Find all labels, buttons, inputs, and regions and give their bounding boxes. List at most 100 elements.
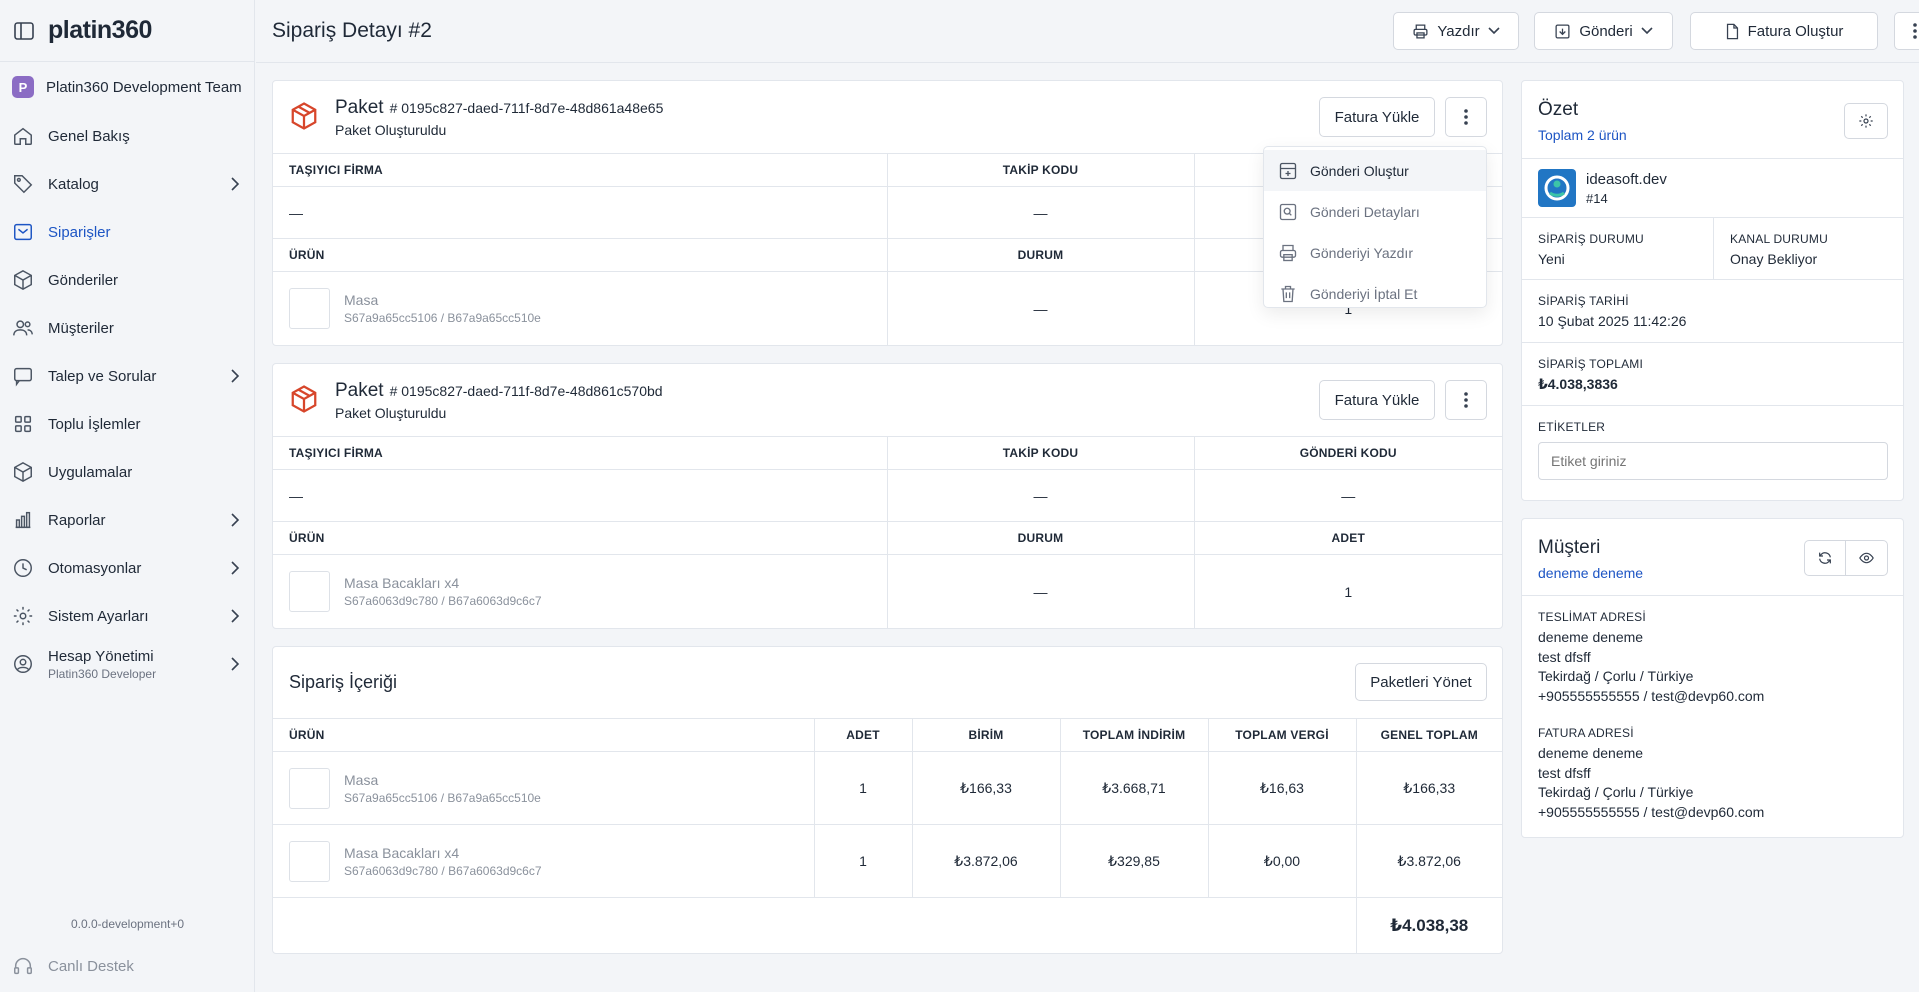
customer-header: Müşteri deneme deneme xyxy=(1522,519,1903,595)
customer-name[interactable]: deneme deneme xyxy=(1538,565,1643,581)
sidebar-item-gonderiler[interactable]: Gönderiler xyxy=(0,256,254,304)
package-more-button[interactable] xyxy=(1445,380,1487,420)
team-switcher[interactable]: P Platin360 Development Team xyxy=(0,62,254,112)
shipment-button[interactable]: Gönderi xyxy=(1534,12,1673,50)
item-quantity: 1 xyxy=(813,824,912,898)
order-date-value: 10 Şubat 2025 11:42:26 xyxy=(1538,313,1687,329)
sidebar-item-musteriler[interactable]: Müşteriler xyxy=(0,304,254,352)
tags-label: ETİKETLER xyxy=(1538,420,1606,434)
product-thumbnail xyxy=(289,840,330,882)
product-thumbnail xyxy=(289,767,330,809)
sidebar-item-katalog[interactable]: Katalog xyxy=(0,160,254,208)
tracking-code-value: — xyxy=(886,469,1194,522)
logo[interactable]: platin360 xyxy=(48,16,152,45)
account-icon xyxy=(12,653,34,675)
sidebar-item-hesap-yonetimi[interactable]: Hesap Yönetimi Platin360 Developer xyxy=(0,640,254,688)
package-title-label: Paket xyxy=(335,97,384,118)
view-customer-button[interactable] xyxy=(1845,540,1888,576)
product-name[interactable]: Masa Bacakları x4 xyxy=(344,575,542,591)
billing-address-line: test dfsff xyxy=(1538,764,1591,781)
tags-input[interactable] xyxy=(1538,442,1888,480)
manage-packages-button[interactable]: Paketleri Yönet xyxy=(1355,663,1487,701)
refresh-customer-button[interactable] xyxy=(1804,540,1846,576)
summary-subtitle: Toplam 2 ürün xyxy=(1538,127,1627,143)
store-name: ideasoft.dev xyxy=(1586,170,1667,188)
sidebar-item-sistem-ayarlari[interactable]: Sistem Ayarları xyxy=(0,592,254,640)
column-header: GÖNDERİ KODU xyxy=(1193,436,1502,470)
order-content-header: Sipariş İçeriği Paketleri Yönet xyxy=(273,647,1502,718)
carrier-table: TAŞIYICI FİRMA TAKİP KODU GÖNDERİ KODU —… xyxy=(273,436,1502,629)
shipping-address-line: test dfsff xyxy=(1538,648,1591,665)
package-box-icon xyxy=(289,384,319,414)
live-support-link[interactable]: Canlı Destek xyxy=(12,955,134,977)
upload-invoice-button[interactable]: Fatura Yükle xyxy=(1319,380,1435,420)
column-header: TAKİP KODU xyxy=(886,436,1194,470)
sidebar-item-label: Genel Bakış xyxy=(48,127,130,145)
package-actions-menu: Gönderi Oluştur Gönderi Detayları Gönder… xyxy=(1263,146,1487,308)
package-status: Paket Oluşturuldu xyxy=(335,122,447,138)
sidebar-item-talep-ve-sorular[interactable]: Talep ve Sorular xyxy=(0,352,254,400)
carrier-value: — xyxy=(273,469,887,522)
package-card: Paket # 0195c827-daed-711f-8d7e-48d861c57… xyxy=(272,363,1503,629)
channel-status-label: KANAL DURUMU xyxy=(1730,232,1828,246)
package-title: Paket # 0195c827-daed-711f-8d7e-48d861c57… xyxy=(335,380,663,402)
sidebar-item-otomasyonlar[interactable]: Otomasyonlar xyxy=(0,544,254,592)
package-title: Paket # 0195c827-daed-711f-8d7e-48d861a48… xyxy=(335,97,663,119)
store-number: #14 xyxy=(1586,190,1608,206)
carrier-value: — xyxy=(273,186,887,239)
billing-address-label: FATURA ADRESİ xyxy=(1538,726,1634,740)
sidebar-toggle-icon[interactable] xyxy=(14,21,34,40)
product-thumbnail xyxy=(289,288,330,330)
upload-invoice-button[interactable]: Fatura Yükle xyxy=(1319,97,1435,137)
package-id: # 0195c827-daed-711f-8d7e-48d861c570bd xyxy=(389,383,663,399)
print-button[interactable]: Yazdır xyxy=(1393,12,1519,50)
sidebar-item-uygulamalar[interactable]: Uygulamalar xyxy=(0,448,254,496)
chevron-down-icon xyxy=(1641,27,1653,35)
chevron-down-icon xyxy=(1488,27,1500,35)
tracking-code-value: — xyxy=(886,186,1194,239)
order-content-title: Sipariş İçeriği xyxy=(289,672,398,692)
menu-item-cancel-shipment[interactable]: Gönderiyi İptal Et xyxy=(1264,273,1486,314)
chevron-right-icon xyxy=(230,609,240,623)
menu-item-shipment-details[interactable]: Gönderi Detayları xyxy=(1264,191,1486,232)
product-name[interactable]: Masa xyxy=(344,292,541,308)
order-content-card: Sipariş İçeriği Paketleri Yönet ÜRÜN ADE… xyxy=(272,646,1503,954)
column-header: ADET xyxy=(1193,521,1502,555)
create-invoice-button[interactable]: Fatura Oluştur xyxy=(1690,12,1878,50)
column-header: ÜRÜN xyxy=(273,238,887,272)
sidebar-item-toplu-islemler[interactable]: Toplu İşlemler xyxy=(0,400,254,448)
sidebar-item-raporlar[interactable]: Raporlar xyxy=(0,496,254,544)
package-more-button[interactable] xyxy=(1445,97,1487,137)
search-box-icon xyxy=(1278,202,1298,222)
chevron-right-icon xyxy=(230,513,240,527)
chevron-right-icon xyxy=(230,369,240,383)
more-actions-button[interactable] xyxy=(1894,12,1919,50)
product-name[interactable]: Masa Bacakları x4 xyxy=(344,845,542,861)
chevron-right-icon xyxy=(230,561,240,575)
sidebar-item-siparisler[interactable]: Siparişler xyxy=(0,208,254,256)
column-header: TAKİP KODU xyxy=(886,153,1194,187)
shipping-address-line: +905555555555 / test@devp60.com xyxy=(1538,687,1765,704)
shipping-address-section: TESLİMAT ADRESİ deneme deneme test dfsff… xyxy=(1522,596,1903,706)
summary-settings-button[interactable] xyxy=(1844,103,1888,139)
shipping-address-line: Tekirdağ / Çorlu / Türkiye xyxy=(1538,668,1694,684)
order-date-label: SİPARİŞ TARİHİ xyxy=(1538,294,1629,308)
item-unit-price: ₺3.872,06 xyxy=(911,824,1060,898)
headset-icon xyxy=(12,955,34,977)
billing-address-line: deneme deneme xyxy=(1538,745,1644,761)
package-plus-icon xyxy=(1278,161,1298,181)
order-status-value: Yeni xyxy=(1538,251,1565,267)
menu-item-create-shipment[interactable]: Gönderi Oluştur xyxy=(1264,150,1486,191)
grid-icon xyxy=(12,413,34,435)
product-name[interactable]: Masa xyxy=(344,772,541,788)
sidebar-item-genel-bakis[interactable]: Genel Bakış xyxy=(0,112,254,160)
users-icon xyxy=(12,317,34,339)
printer-icon xyxy=(1412,23,1429,40)
table-row: Masa S67a9a65cc5106 / B67a9a65cc510e 1 ₺… xyxy=(273,751,1502,825)
chart-icon xyxy=(12,509,34,531)
live-support-label: Canlı Destek xyxy=(48,957,134,975)
item-discount: ₺329,85 xyxy=(1059,824,1208,898)
menu-item-print-shipment[interactable]: Gönderiyi Yazdır xyxy=(1264,232,1486,273)
column-header: TAŞIYICI FİRMA xyxy=(273,436,887,470)
package-status: Paket Oluşturuldu xyxy=(335,405,447,421)
